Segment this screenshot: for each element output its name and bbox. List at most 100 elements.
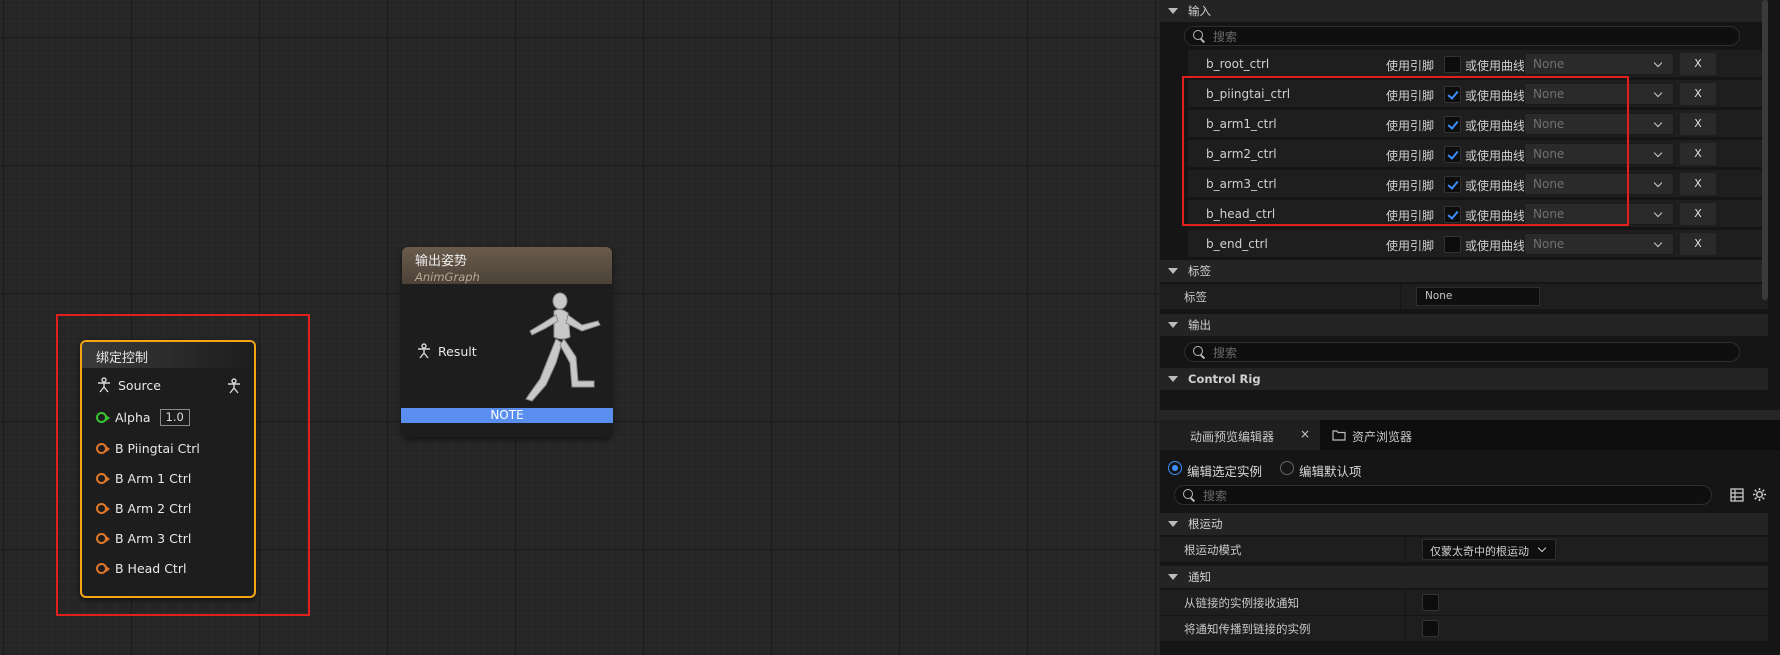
- float-pin-icon[interactable]: [96, 473, 110, 484]
- bind-control-node[interactable]: 绑定控制 Source Alpha 1.0 B Piingtai Ctrl B …: [80, 340, 256, 598]
- search-placeholder: 搜索: [1203, 488, 1228, 503]
- clear-button[interactable]: X: [1680, 53, 1716, 75]
- pin-row-head[interactable]: B Head Ctrl: [96, 561, 186, 576]
- preview-search-input[interactable]: 搜索: [1174, 485, 1712, 505]
- category-input[interactable]: 输入: [1160, 0, 1768, 22]
- notify-receive-checkbox[interactable]: [1422, 594, 1439, 611]
- pose-pin-icon[interactable]: [416, 343, 432, 359]
- column-divider: [1405, 616, 1406, 641]
- running-mannequin-icon: [525, 292, 601, 402]
- bone-row-end: b_end_ctrl 使用引脚 或使用曲线 None X: [1188, 230, 1768, 258]
- tab-label: 动画预览编辑器: [1190, 430, 1275, 444]
- bone-row-arm3: b_arm3_ctrl 使用引脚 或使用曲线 None X: [1188, 170, 1768, 198]
- category-tag[interactable]: 标签: [1160, 260, 1768, 282]
- use-pin-checkbox[interactable]: [1444, 86, 1461, 103]
- tab-label: 资产浏览器: [1352, 430, 1413, 444]
- use-pin-checkbox[interactable]: [1444, 236, 1461, 253]
- bone-name: b_end_ctrl: [1206, 237, 1268, 251]
- curve-dropdown[interactable]: None: [1524, 113, 1674, 135]
- clear-button[interactable]: X: [1680, 173, 1716, 195]
- curve-dropdown[interactable]: None: [1524, 143, 1674, 165]
- pin-row-arm3[interactable]: B Arm 3 Ctrl: [96, 531, 191, 546]
- radio-label: 编辑选定实例: [1187, 464, 1263, 479]
- tab-asset-browser[interactable]: 资产浏览器: [1330, 420, 1470, 450]
- details-scrollbar[interactable]: [1762, 0, 1768, 300]
- curve-dropdown[interactable]: None: [1524, 233, 1674, 255]
- alpha-pin-icon[interactable]: [96, 412, 110, 423]
- expand-triangle-icon: [1168, 268, 1178, 274]
- use-pin-label: 使用引脚: [1386, 89, 1435, 103]
- anim-preview-editor-panel: 动画预览编辑器 × 资产浏览器 编辑选定实例 编辑默认项 搜索 根运动 根运动模…: [1160, 420, 1780, 655]
- search-icon: [1183, 489, 1195, 501]
- dropdown-value: None: [1533, 57, 1565, 71]
- radio-edit-instance[interactable]: [1168, 461, 1182, 475]
- output-search-input[interactable]: 搜索: [1184, 342, 1740, 362]
- category-notify[interactable]: 通知: [1160, 566, 1768, 588]
- use-pin-checkbox[interactable]: [1444, 206, 1461, 223]
- use-pin-label: 使用引脚: [1386, 59, 1435, 73]
- gear-icon[interactable]: [1752, 487, 1767, 502]
- prop-label: 根运动模式: [1184, 543, 1242, 557]
- curve-dropdown[interactable]: None: [1524, 53, 1674, 75]
- clear-button[interactable]: X: [1680, 113, 1716, 135]
- tab-anim-preview-editor[interactable]: 动画预览编辑器 ×: [1160, 420, 1320, 450]
- table-view-icon[interactable]: [1730, 488, 1744, 502]
- clear-button[interactable]: X: [1680, 83, 1716, 105]
- pin-label: B Piingtai Ctrl: [115, 441, 200, 456]
- output-pose-node[interactable]: 输出姿势 AnimGraph Result NOTE: [401, 247, 613, 437]
- output-node-header: 输出姿势 AnimGraph: [402, 247, 612, 284]
- use-pin-checkbox[interactable]: [1444, 146, 1461, 163]
- pin-row-piingtai[interactable]: B Piingtai Ctrl: [96, 441, 200, 456]
- use-pin-checkbox[interactable]: [1444, 116, 1461, 133]
- category-label: 通知: [1188, 570, 1211, 584]
- use-pin-label: 使用引脚: [1386, 239, 1435, 253]
- close-icon[interactable]: ×: [1300, 427, 1310, 441]
- pose-pin-icon: [98, 377, 110, 393]
- chevron-down-icon: [1653, 118, 1663, 128]
- pose-output-pin-icon[interactable]: [226, 378, 242, 394]
- float-pin-icon[interactable]: [96, 443, 110, 454]
- pin-row-arm2[interactable]: B Arm 2 Ctrl: [96, 501, 191, 516]
- float-pin-icon[interactable]: [96, 503, 110, 514]
- clear-button[interactable]: X: [1680, 143, 1716, 165]
- category-root-motion[interactable]: 根运动: [1160, 513, 1768, 535]
- output-node-title: 输出姿势: [415, 254, 468, 269]
- use-pin-checkbox[interactable]: [1444, 56, 1461, 73]
- alpha-pin-row[interactable]: Alpha 1.0: [96, 409, 190, 426]
- details-search-input[interactable]: 搜索: [1184, 26, 1740, 46]
- category-control-rig[interactable]: Control Rig: [1160, 368, 1768, 390]
- curve-dropdown[interactable]: None: [1524, 83, 1674, 105]
- tag-value-input[interactable]: None: [1416, 287, 1540, 306]
- or-curve-label: 或使用曲线: [1465, 209, 1526, 223]
- column-divider: [1405, 590, 1406, 615]
- bone-name: b_head_ctrl: [1206, 207, 1276, 221]
- category-label: 输出: [1188, 318, 1211, 332]
- result-pin-row[interactable]: Result: [416, 343, 477, 359]
- source-pin-label: Source: [118, 377, 161, 393]
- float-pin-icon[interactable]: [96, 563, 110, 574]
- category-output[interactable]: 输出: [1160, 314, 1768, 336]
- clear-button[interactable]: X: [1680, 233, 1716, 255]
- float-pin-icon[interactable]: [96, 533, 110, 544]
- curve-dropdown[interactable]: None: [1524, 203, 1674, 225]
- category-label: 输入: [1188, 4, 1211, 18]
- clear-button[interactable]: X: [1680, 203, 1716, 225]
- prop-label: 将通知传播到链接的实例: [1184, 622, 1311, 636]
- chevron-down-icon: [1653, 88, 1663, 98]
- use-pin-checkbox[interactable]: [1444, 176, 1461, 193]
- pin-label: B Arm 3 Ctrl: [115, 531, 192, 546]
- bone-name: b_arm2_ctrl: [1206, 147, 1277, 161]
- curve-dropdown[interactable]: None: [1524, 173, 1674, 195]
- pin-label: B Arm 1 Ctrl: [115, 471, 192, 486]
- root-motion-mode-dropdown[interactable]: 仅蒙太奇中的根运动: [1422, 539, 1556, 560]
- notify-propagate-checkbox[interactable]: [1422, 620, 1439, 637]
- source-pin-row[interactable]: Source: [96, 377, 161, 393]
- alpha-value-input[interactable]: 1.0: [159, 409, 190, 426]
- category-label: Control Rig: [1188, 372, 1261, 386]
- anim-graph-canvas[interactable]: 绑定控制 Source Alpha 1.0 B Piingtai Ctrl B …: [0, 0, 1160, 655]
- pin-row-arm1[interactable]: B Arm 1 Ctrl: [96, 471, 191, 486]
- chevron-down-icon: [1653, 208, 1663, 218]
- radio-edit-default[interactable]: [1280, 461, 1294, 475]
- use-pin-label: 使用引脚: [1386, 119, 1435, 133]
- dropdown-value: None: [1533, 177, 1565, 191]
